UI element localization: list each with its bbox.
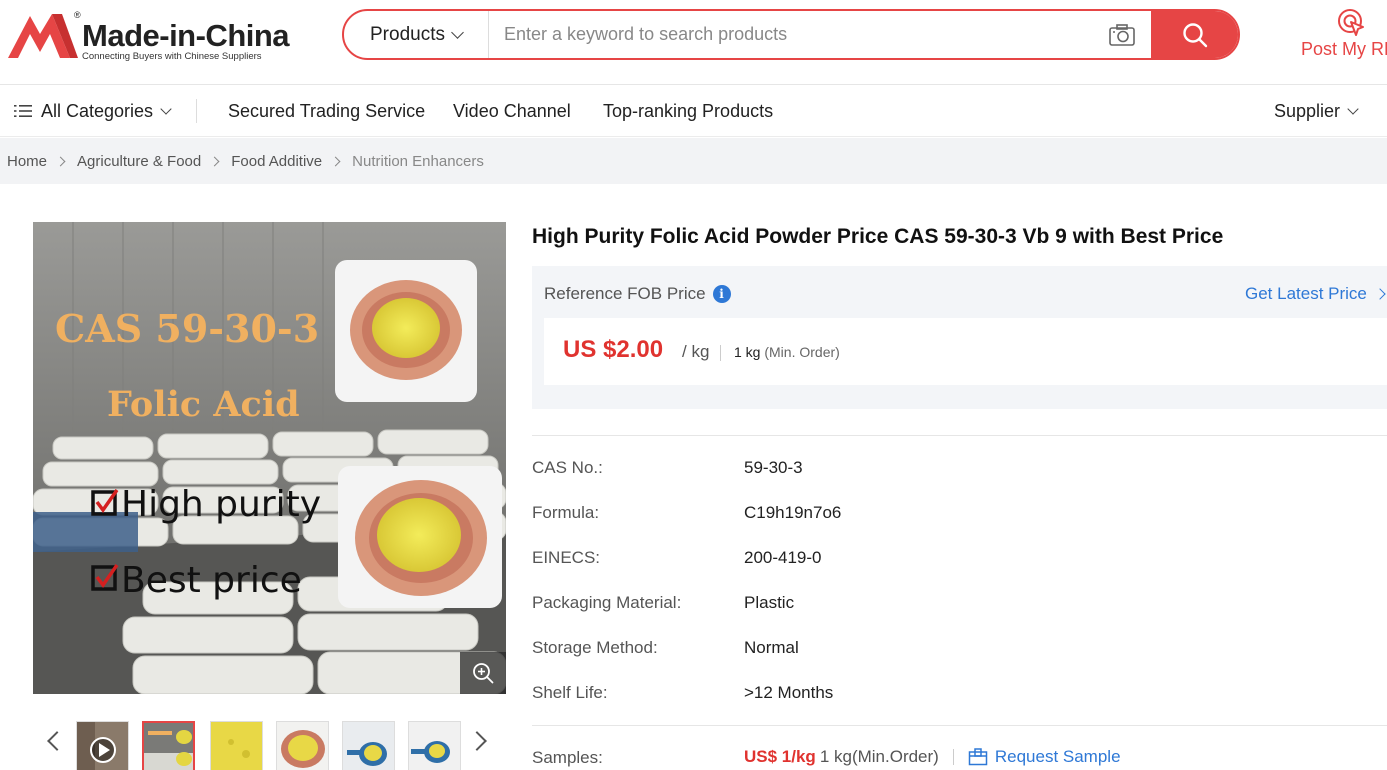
info-icon[interactable]: i xyxy=(712,285,731,303)
min-order-note: (Min. Order) xyxy=(764,344,840,360)
thumbnail-image xyxy=(144,723,193,770)
camera-icon[interactable] xyxy=(1108,23,1136,47)
supplier-label: Supplier xyxy=(1274,100,1341,121)
product-photo: CAS 59-30-3 Folic Acid High purity Best … xyxy=(33,222,506,694)
get-latest-price-link[interactable]: Get Latest Price xyxy=(1245,284,1386,304)
site-header: ® Made-in-China Connecting Buyers with C… xyxy=(0,0,1387,85)
list-icon xyxy=(14,105,32,117)
request-sample-button[interactable]: Request Sample xyxy=(968,747,1121,767)
thumbnail-bowl[interactable] xyxy=(276,721,329,770)
breadcrumb-nutrition-enhancers: Nutrition Enhancers xyxy=(352,152,484,170)
search-icon xyxy=(1182,22,1207,47)
nav-top-ranking[interactable]: Top-ranking Products xyxy=(603,85,773,137)
thumbnail-scoop-2[interactable] xyxy=(408,721,461,770)
thumbnail-video[interactable] xyxy=(76,721,129,770)
registered-mark: ® xyxy=(74,10,81,20)
chevron-right-icon xyxy=(55,156,66,166)
min-order: 1 kg (Min. Order) xyxy=(734,344,840,360)
breadcrumb-food-additive[interactable]: Food Additive xyxy=(231,153,322,170)
get-latest-price-label: Get Latest Price xyxy=(1245,284,1367,303)
thumbnail-image xyxy=(277,722,328,770)
price-unit: / kg xyxy=(682,342,710,361)
product-main-image[interactable]: CAS 59-30-3 Folic Acid High purity Best … xyxy=(33,222,506,694)
thumbnail-image xyxy=(343,722,394,770)
image-bullet-best-price: Best price xyxy=(121,560,302,601)
spec-value-einecs: 200-419-0 xyxy=(744,548,822,567)
price-divider xyxy=(720,345,721,361)
nav-video-channel[interactable]: Video Channel xyxy=(453,85,571,137)
thumbnail-main[interactable] xyxy=(142,721,195,770)
search-bar: Products xyxy=(342,9,1240,60)
spec-value-packaging: Plastic xyxy=(744,593,795,612)
search-button[interactable] xyxy=(1151,11,1238,58)
spec-label-cas: CAS No.: xyxy=(532,458,603,477)
search-category-label: Products xyxy=(370,23,445,45)
thumbnail-powder[interactable] xyxy=(210,721,263,770)
sample-min-order: 1 kg(Min.Order) xyxy=(819,747,939,766)
price-row: US $2.00 / kg 1 kg (Min. Order) xyxy=(544,318,1387,385)
spec-label-shelf-life: Shelf Life: xyxy=(532,683,608,702)
chevron-right-icon xyxy=(209,156,220,166)
request-sample-label: Request Sample xyxy=(994,747,1121,766)
post-rfq-label: Post My RF xyxy=(1301,39,1387,59)
spec-label-packaging: Packaging Material: xyxy=(532,593,682,612)
zoom-in-icon xyxy=(473,663,494,684)
image-headline: CAS 59-30-3 xyxy=(55,306,319,351)
thumbnail-prev-arrow-icon[interactable] xyxy=(47,731,67,751)
chevron-down-icon xyxy=(1347,102,1359,115)
thumbnail-strip xyxy=(40,716,510,770)
min-order-value: 1 kg xyxy=(734,344,761,360)
supplier-menu[interactable]: Supplier xyxy=(1274,85,1359,137)
spec-label-storage: Storage Method: xyxy=(532,638,658,657)
samples-label: Samples: xyxy=(532,748,603,767)
brand-logo[interactable]: ® Made-in-China Connecting Buyers with C… xyxy=(8,10,290,62)
chevron-down-icon xyxy=(160,102,172,115)
thumbnail-image xyxy=(211,722,262,770)
image-subheadline: Folic Acid xyxy=(107,384,300,425)
breadcrumb: Home Agriculture & Food Food Additive Nu… xyxy=(0,138,1387,184)
logo-mark-icon xyxy=(8,14,78,58)
spec-label-formula: Formula: xyxy=(532,503,600,522)
spec-value-formula: C19h19n7o6 xyxy=(744,503,842,522)
all-categories-menu[interactable]: All Categories xyxy=(14,85,172,137)
target-pointer-icon xyxy=(1338,9,1364,36)
post-rfq-button[interactable]: Post My RF xyxy=(1301,8,1387,68)
thumbnail-image xyxy=(409,722,460,770)
breadcrumb-home[interactable]: Home xyxy=(7,153,47,170)
spec-divider xyxy=(532,435,1387,436)
search-category-select[interactable]: Products xyxy=(344,11,489,58)
samples-separator xyxy=(952,749,954,765)
product-title: High Purity Folic Acid Powder Price CAS … xyxy=(532,225,1224,248)
spec-value-cas: 59-30-3 xyxy=(744,458,803,477)
price-value: US $2.00 xyxy=(563,336,664,363)
brand-name: Made-in-China xyxy=(82,18,290,53)
price-label-group: Reference FOB Price i xyxy=(544,284,731,304)
spec-value-shelf-life: >12 Months xyxy=(744,683,834,702)
samples-divider xyxy=(532,725,1387,726)
chevron-right-icon xyxy=(330,156,341,166)
thumbnail-next-arrow-icon[interactable] xyxy=(467,731,487,751)
thumbnail-scoop-1[interactable] xyxy=(342,721,395,770)
video-thumbnail-image xyxy=(77,722,128,770)
brand-tagline: Connecting Buyers with Chinese Suppliers xyxy=(82,51,262,62)
price-panel: Reference FOB Price i Get Latest Price U… xyxy=(532,266,1387,409)
chevron-right-icon xyxy=(1374,288,1386,300)
samples-row: US$ 1/kg 1 kg(Min.Order) Request Sample xyxy=(744,747,1121,767)
all-categories-label: All Categories xyxy=(41,100,154,121)
spec-label-einecs: EINECS: xyxy=(532,548,601,567)
spec-value-storage: Normal xyxy=(744,638,799,657)
breadcrumb-agriculture-food[interactable]: Agriculture & Food xyxy=(77,153,201,170)
reference-price-label: Reference FOB Price xyxy=(544,284,706,303)
nav-divider xyxy=(196,99,197,123)
chevron-down-icon xyxy=(451,25,464,39)
zoom-button[interactable] xyxy=(460,652,506,694)
image-bullet-high-purity: High purity xyxy=(121,484,321,525)
main-nav: All Categories Secured Trading Service V… xyxy=(0,85,1387,137)
search-input[interactable] xyxy=(490,11,1100,58)
package-box-icon xyxy=(968,748,988,766)
sample-price: US$ 1/kg xyxy=(744,747,816,766)
nav-secured-trading[interactable]: Secured Trading Service xyxy=(228,85,425,137)
